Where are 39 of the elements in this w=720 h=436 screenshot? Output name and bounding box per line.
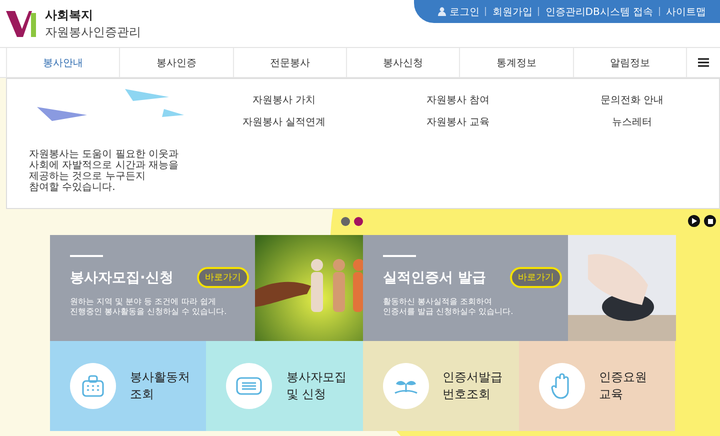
play-icon [692, 218, 696, 224]
submenu-link[interactable]: 자원봉사 교육 [426, 115, 490, 129]
person-icon [438, 7, 446, 16]
quick-link-label: 인증요원 교육 [598, 369, 647, 403]
login-link[interactable]: 로그인 [438, 4, 480, 18]
quick-link-tile[interactable]: 인증요원 교육 [518, 341, 675, 431]
submenu-link[interactable]: 자원봉사 가치 [252, 93, 316, 107]
top-link[interactable]: 사이트맵 [666, 4, 706, 18]
quick-link-tile[interactable]: 봉사자모집 및 신청 [206, 341, 362, 431]
menu-icon [698, 58, 709, 67]
logo-subtitle: 자원봉사인증관리 [45, 24, 141, 40]
stop-icon [708, 218, 712, 224]
feature-description: 원하는 지역 및 분야 등 조건에 따라 쉽게 진행중인 봉사활동을 신청하실 수 있습니다. [70, 297, 228, 317]
feature-title: 봉사자모집·신청 [70, 268, 174, 286]
building-icon [81, 375, 105, 397]
submenu-link[interactable]: 자원봉사 참여 [426, 93, 490, 107]
feature-description: 활동하신 봉사실적을 조회하여 인증서를 발급 신청하실수 있습니다. [383, 297, 514, 317]
logo-title: 사회복지 [45, 6, 94, 24]
book-icon [236, 376, 262, 396]
menu-description: 자원봉사는 도움이 필요한 이웃과 사회에 자발적으로 시간과 재능을 제공하는 것으로 누구든지 참여할 수있습니다. [29, 149, 180, 193]
feature-title: 실적인증서 발급 [383, 268, 486, 286]
go-button[interactable]: 바로가기 [510, 267, 562, 288]
submenu-link[interactable]: 자원봉사 실적연계 [242, 115, 326, 129]
go-button[interactable]: 바로가기 [197, 267, 249, 288]
submenu-link[interactable]: 문의전화 안내 [600, 93, 664, 107]
quick-link-label: 인증서발급 번호조회 [442, 369, 502, 403]
top-link[interactable]: 회원가입 [492, 4, 532, 18]
nav-tab[interactable]: 봉사안내 [6, 48, 120, 77]
nav-tab[interactable]: 봉사인증 [119, 48, 233, 77]
quick-link-tile[interactable]: 인증서발급 번호조회 [362, 341, 519, 431]
top-link[interactable]: 인증관리DB시스템 접속 [545, 4, 653, 18]
logo-icon [5, 8, 39, 38]
quick-link-label: 봉사자모집 및 신청 [286, 369, 346, 403]
nav-tab[interactable]: 전문봉사 [232, 48, 346, 77]
nav-tab[interactable]: 봉사신청 [346, 48, 460, 77]
quick-link-tile[interactable]: 봉사활동처 조회 [50, 341, 206, 431]
quick-link-label: 봉사활동처 조회 [130, 369, 190, 403]
submenu-link[interactable]: 뉴스레터 [612, 115, 652, 129]
nav-tab[interactable]: 통계정보 [459, 48, 573, 77]
